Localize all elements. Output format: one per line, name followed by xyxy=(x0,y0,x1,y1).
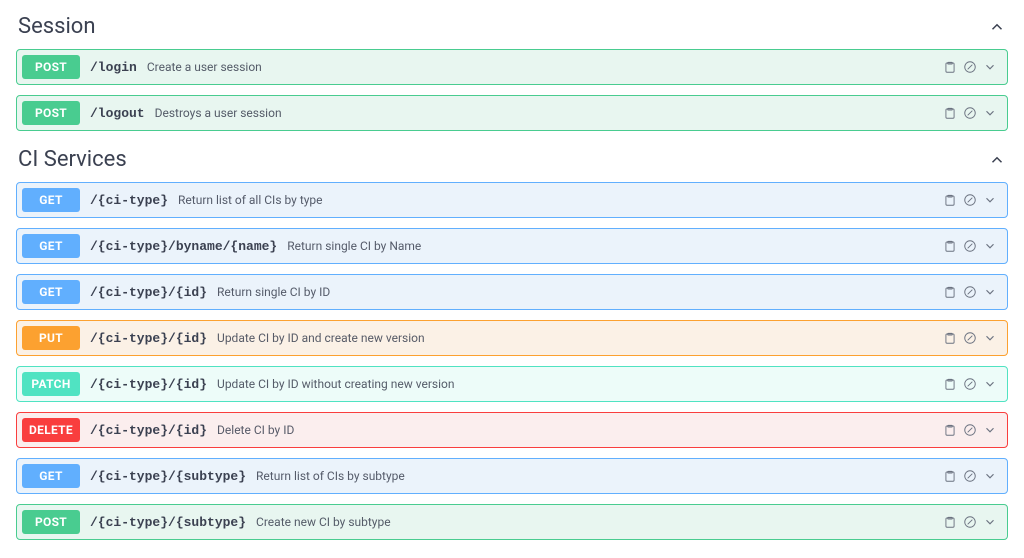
link-icon[interactable] xyxy=(963,423,977,437)
endpoint-path: /{ci-type}/{subtype} xyxy=(90,469,246,484)
section-header-ci-services[interactable]: CI Services xyxy=(16,141,1008,182)
endpoint-row[interactable]: GET /{ci-type}/byname/{name} Return sing… xyxy=(16,228,1008,264)
endpoint-path: /logout xyxy=(90,106,145,121)
method-badge: POST xyxy=(22,510,80,534)
chevron-up-icon xyxy=(988,151,1006,169)
clipboard-icon[interactable] xyxy=(943,285,957,299)
method-badge: PATCH xyxy=(22,372,80,396)
chevron-down-icon[interactable] xyxy=(983,331,997,345)
clipboard-icon[interactable] xyxy=(943,106,957,120)
method-badge: GET xyxy=(22,464,80,488)
clipboard-icon[interactable] xyxy=(943,377,957,391)
link-icon[interactable] xyxy=(963,239,977,253)
chevron-down-icon[interactable] xyxy=(983,285,997,299)
endpoint-path: /{ci-type}/{id} xyxy=(90,423,207,438)
clipboard-icon[interactable] xyxy=(943,423,957,437)
link-icon[interactable] xyxy=(963,106,977,120)
endpoint-row[interactable]: GET /{ci-type}/{id} Return single CI by … xyxy=(16,274,1008,310)
chevron-up-icon xyxy=(988,18,1006,36)
link-icon[interactable] xyxy=(963,331,977,345)
endpoint-desc: Return single CI by Name xyxy=(287,239,421,253)
chevron-down-icon[interactable] xyxy=(983,515,997,529)
endpoint-desc: Return single CI by ID xyxy=(217,285,330,299)
section-title: CI Services xyxy=(18,147,127,172)
endpoint-desc: Update CI by ID and create new version xyxy=(217,331,425,345)
endpoint-desc: Return list of all CIs by type xyxy=(178,193,323,207)
clipboard-icon[interactable] xyxy=(943,515,957,529)
endpoint-path: /{ci-type}/{subtype} xyxy=(90,515,246,530)
endpoint-row[interactable]: POST /login Create a user session xyxy=(16,49,1008,85)
link-icon[interactable] xyxy=(963,60,977,74)
clipboard-icon[interactable] xyxy=(943,193,957,207)
link-icon[interactable] xyxy=(963,515,977,529)
endpoint-row[interactable]: DELETE /{ci-type}/{id} Delete CI by ID xyxy=(16,412,1008,448)
link-icon[interactable] xyxy=(963,377,977,391)
endpoint-path: /{ci-type}/byname/{name} xyxy=(90,239,277,254)
chevron-down-icon[interactable] xyxy=(983,106,997,120)
method-badge: PUT xyxy=(22,326,80,350)
endpoint-path: /login xyxy=(90,60,137,75)
endpoint-desc: Update CI by ID without creating new ver… xyxy=(217,377,454,391)
method-badge: POST xyxy=(22,101,80,125)
endpoint-path: /{ci-type} xyxy=(90,193,168,208)
endpoint-desc: Delete CI by ID xyxy=(217,423,294,437)
chevron-down-icon[interactable] xyxy=(983,423,997,437)
endpoint-desc: Destroys a user session xyxy=(155,106,282,120)
chevron-down-icon[interactable] xyxy=(983,377,997,391)
chevron-down-icon[interactable] xyxy=(983,60,997,74)
endpoint-row[interactable]: GET /{ci-type} Return list of all CIs by… xyxy=(16,182,1008,218)
clipboard-icon[interactable] xyxy=(943,331,957,345)
endpoint-path: /{ci-type}/{id} xyxy=(90,285,207,300)
endpoint-row[interactable]: GET /{ci-type}/{subtype} Return list of … xyxy=(16,458,1008,494)
clipboard-icon[interactable] xyxy=(943,60,957,74)
endpoint-desc: Create new CI by subtype xyxy=(256,515,391,529)
clipboard-icon[interactable] xyxy=(943,239,957,253)
endpoint-desc: Return list of CIs by subtype xyxy=(256,469,405,483)
section-title: Session xyxy=(18,14,95,39)
chevron-down-icon[interactable] xyxy=(983,239,997,253)
endpoint-row[interactable]: POST /logout Destroys a user session xyxy=(16,95,1008,131)
method-badge: GET xyxy=(22,188,80,212)
clipboard-icon[interactable] xyxy=(943,469,957,483)
link-icon[interactable] xyxy=(963,469,977,483)
link-icon[interactable] xyxy=(963,285,977,299)
endpoint-path: /{ci-type}/{id} xyxy=(90,331,207,346)
chevron-down-icon[interactable] xyxy=(983,469,997,483)
method-badge: DELETE xyxy=(22,418,80,442)
endpoint-row[interactable]: PATCH /{ci-type}/{id} Update CI by ID wi… xyxy=(16,366,1008,402)
link-icon[interactable] xyxy=(963,193,977,207)
method-badge: POST xyxy=(22,55,80,79)
endpoint-path: /{ci-type}/{id} xyxy=(90,377,207,392)
endpoint-row[interactable]: PUT /{ci-type}/{id} Update CI by ID and … xyxy=(16,320,1008,356)
method-badge: GET xyxy=(22,280,80,304)
chevron-down-icon[interactable] xyxy=(983,193,997,207)
section-header-session[interactable]: Session xyxy=(16,8,1008,49)
endpoint-row[interactable]: POST /{ci-type}/{subtype} Create new CI … xyxy=(16,504,1008,540)
method-badge: GET xyxy=(22,234,80,258)
endpoint-desc: Create a user session xyxy=(147,60,262,74)
